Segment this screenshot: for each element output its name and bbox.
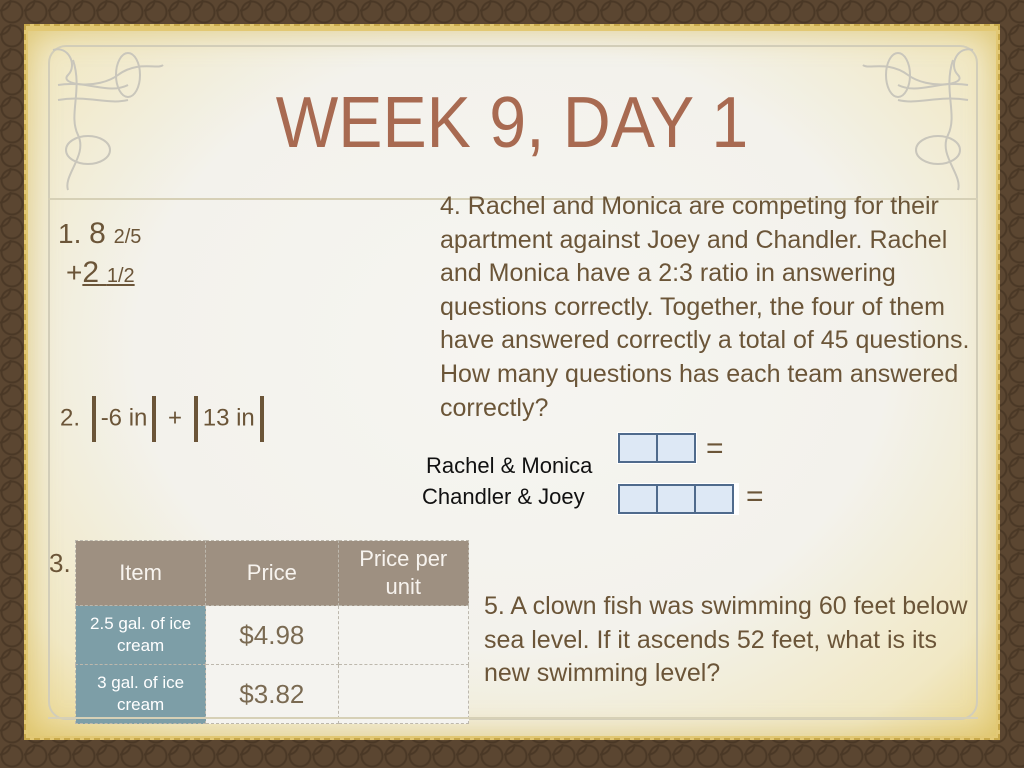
- equals-sign: =: [746, 480, 764, 513]
- tape-segment: [656, 484, 696, 514]
- tape-label-chandler-joey: Chandler & Joey: [422, 484, 585, 509]
- q1-whole-2: 2: [82, 256, 100, 289]
- absolute-value-bar: [91, 396, 96, 442]
- q3-number: 3.: [49, 548, 71, 578]
- table-header-row: Item Price Price per unit: [74, 540, 469, 606]
- row-item: 3 gal. of ice cream: [74, 664, 207, 724]
- table-row: 2.5 gal. of ice cream $4.98: [74, 605, 469, 665]
- q1-fraction-1: 2/5: [113, 226, 142, 248]
- q2-operator: +: [168, 404, 183, 432]
- q1-number: 1.: [58, 218, 82, 249]
- q1-whole-1: 8: [89, 217, 106, 250]
- question-5: 5. A clown fish was swimming 60 feet bel…: [484, 592, 968, 688]
- page-title: WEEK 9, DAY 1: [275, 83, 749, 163]
- equals-sign: =: [706, 432, 724, 465]
- absolute-value-bar: [152, 396, 157, 442]
- header-price-per-unit: Price per unit: [337, 540, 469, 606]
- row-price: $4.98: [205, 605, 339, 665]
- tape-segment: [618, 484, 658, 514]
- tape-segment: [694, 484, 734, 514]
- question-4: 4. Rachel and Monica are competing for t…: [440, 192, 970, 422]
- question-1: 1. 8 2/5 +2 1/2: [58, 216, 141, 294]
- q1-operator: +: [66, 257, 83, 288]
- question-2: 2. -6 in + 13 in: [60, 396, 269, 442]
- tape-diagram-chandler-joey: [617, 483, 739, 515]
- row-unit-price[interactable]: [337, 605, 469, 665]
- header-price: Price: [205, 540, 339, 606]
- tape-segment: [656, 433, 696, 463]
- row-unit-price[interactable]: [337, 664, 469, 724]
- table-row: 3 gal. of ice cream $3.82: [74, 664, 469, 724]
- tape-label-rachel-monica: Rachel & Monica: [426, 453, 593, 478]
- absolute-value-bar: [259, 396, 264, 442]
- q2-number: 2.: [60, 404, 81, 432]
- q2-term-1: -6 in: [100, 404, 148, 432]
- row-item: 2.5 gal. of ice cream: [74, 605, 207, 665]
- absolute-value-bar: [193, 396, 198, 442]
- header-item: Item: [74, 540, 207, 606]
- tape-segment: [618, 433, 658, 463]
- bottom-divider: [48, 717, 978, 719]
- tape-diagram-rachel-monica: [617, 432, 697, 464]
- q1-fraction-2: 1/2: [106, 265, 135, 287]
- price-table: Item Price Price per unit 2.5 gal. of ic…: [74, 540, 469, 724]
- row-price: $3.82: [205, 664, 339, 724]
- q2-term-2: 13 in: [202, 404, 255, 432]
